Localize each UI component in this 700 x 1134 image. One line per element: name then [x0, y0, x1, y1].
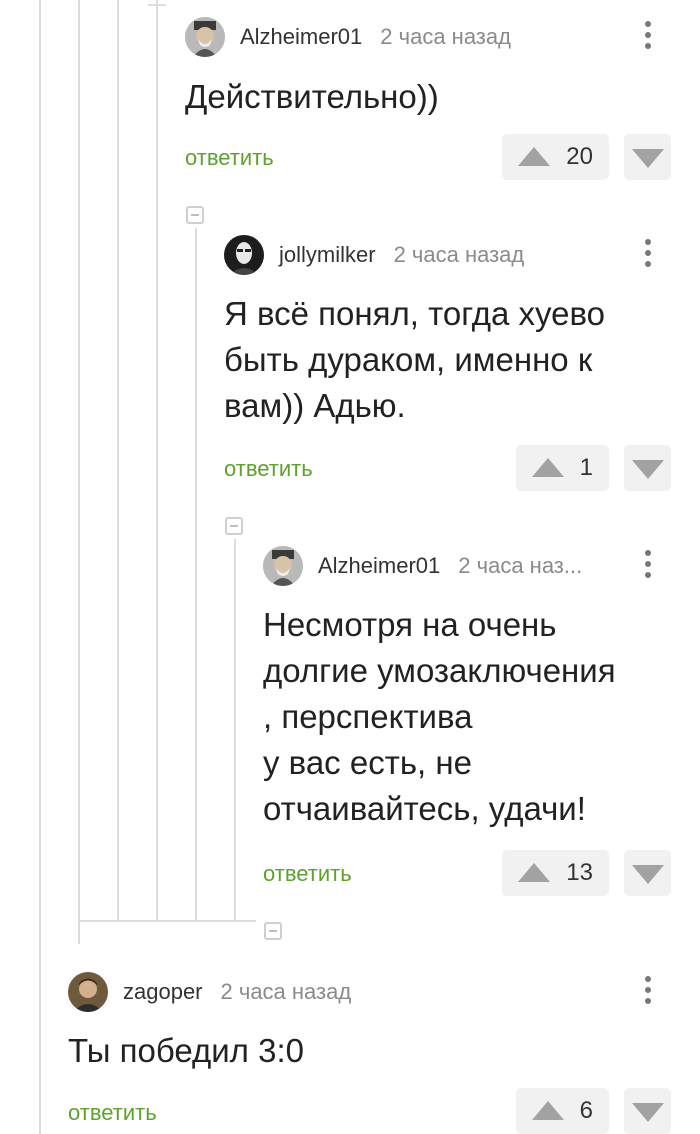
- thread-line: [78, 0, 80, 944]
- arrow-up-icon: [518, 863, 550, 882]
- arrow-down-icon: [632, 149, 664, 168]
- avatar-man-portrait-icon[interactable]: [68, 972, 108, 1012]
- arrow-up-icon: [532, 458, 564, 477]
- downvote-button[interactable]: [624, 1088, 671, 1134]
- vote-count: 6: [579, 1097, 593, 1124]
- arrow-up-icon: [532, 1101, 564, 1120]
- comment-time: 2 часа назад: [380, 24, 511, 49]
- thread-line: [39, 0, 41, 1134]
- arrow-down-icon: [632, 865, 664, 884]
- comment-text: Я всё понял, тогда хуево быть дураком, и…: [224, 295, 606, 424]
- collapse-thread-button[interactable]: [264, 922, 282, 940]
- comment-text: Действительно)): [185, 78, 439, 115]
- reply-link[interactable]: ответить: [224, 456, 313, 482]
- arrow-down-icon: [632, 460, 664, 479]
- avatar-dark-portrait-icon[interactable]: [224, 235, 264, 275]
- collapse-thread-button[interactable]: [186, 206, 204, 224]
- comment-header: Alzheimer01 2 часа наз...: [263, 546, 623, 586]
- avatar-old-man-icon[interactable]: [185, 17, 225, 57]
- thread-line: [148, 4, 166, 6]
- thread-line: [156, 0, 158, 921]
- upvote-button[interactable]: 6: [516, 1088, 609, 1134]
- downvote-button[interactable]: [624, 134, 671, 180]
- thread-line: [78, 920, 256, 922]
- more-options-icon[interactable]: [644, 21, 652, 55]
- arrow-down-icon: [632, 1103, 664, 1122]
- comment-author[interactable]: zagoper: [123, 979, 203, 1005]
- reply-link[interactable]: ответить: [68, 1100, 157, 1126]
- thread-line: [195, 228, 197, 921]
- thread-line: [117, 0, 119, 921]
- comment-text: Несмотря на очень долгие умозаключения ,…: [263, 606, 616, 827]
- upvote-button[interactable]: 20: [502, 134, 609, 180]
- vote-count: 13: [566, 859, 593, 886]
- comment-header: zagoper 2 часа назад: [68, 972, 351, 1012]
- comment-header: jollymilker 2 часа назад: [224, 235, 524, 275]
- comment-time: 2 часа назад: [393, 242, 525, 267]
- downvote-button[interactable]: [624, 850, 671, 896]
- vote-count: 1: [579, 454, 593, 481]
- downvote-button[interactable]: [624, 445, 671, 491]
- comment-author[interactable]: Alzheimer01: [318, 553, 440, 579]
- avatar-old-man-icon[interactable]: [263, 546, 303, 586]
- comment-header: Alzheimer01 2 часа назад: [185, 17, 511, 57]
- reply-link[interactable]: ответить: [185, 145, 274, 171]
- comment-time: 2 часа назад: [220, 979, 352, 1004]
- more-options-icon[interactable]: [644, 550, 652, 584]
- more-options-icon[interactable]: [644, 239, 652, 273]
- vote-count: 20: [566, 143, 593, 170]
- thread-line: [234, 539, 236, 921]
- arrow-up-icon: [518, 147, 550, 166]
- upvote-button[interactable]: 13: [502, 850, 609, 896]
- more-options-icon[interactable]: [644, 976, 652, 1010]
- reply-link[interactable]: ответить: [263, 861, 352, 887]
- collapse-thread-button[interactable]: [225, 517, 243, 535]
- comment-time: 2 часа наз...: [458, 553, 583, 578]
- comment-author[interactable]: jollymilker: [279, 242, 376, 268]
- comment-author[interactable]: Alzheimer01: [240, 24, 362, 50]
- upvote-button[interactable]: 1: [516, 445, 609, 491]
- comment-text: Ты победил 3:0: [68, 1032, 304, 1069]
